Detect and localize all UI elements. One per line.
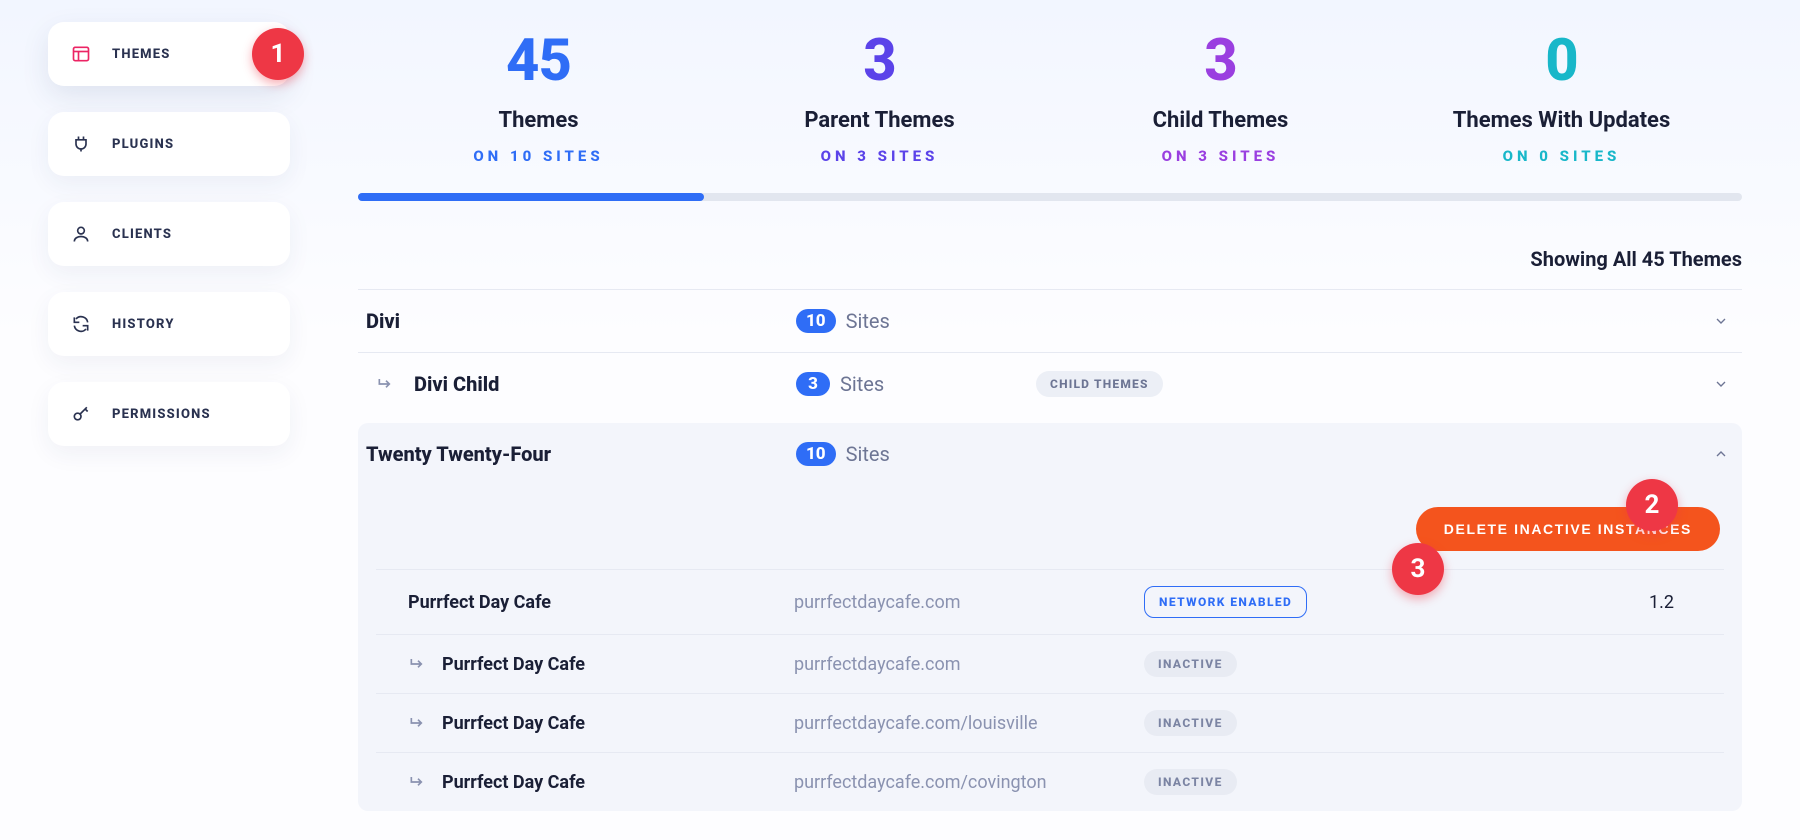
stat-label: Themes With Updates: [1391, 108, 1732, 133]
sidebar-item-label: PLUGINS: [112, 137, 174, 152]
status-inactive: INACTIVE: [1144, 769, 1237, 795]
sites-count-pill: 10: [796, 309, 836, 333]
stat-subtext: ON 10 SITES: [368, 147, 709, 165]
site-row[interactable]: Purrfect Day Cafe purrfectdaycafe.com/co…: [376, 752, 1724, 811]
site-row[interactable]: Purrfect Day Cafe purrfectdaycafe.com/lo…: [376, 693, 1724, 752]
site-name: Purrfect Day Cafe: [384, 772, 794, 793]
sites-label: Sites: [846, 309, 890, 333]
site-version: 1.2: [1464, 592, 1716, 613]
theme-name: Divi Child: [366, 372, 796, 396]
stat-themes[interactable]: 45 Themes ON 10 SITES: [368, 32, 709, 165]
status-inactive: INACTIVE: [1144, 651, 1237, 677]
sites-label: Sites: [846, 442, 890, 466]
site-status: INACTIVE: [1144, 769, 1464, 795]
chevron-up-icon[interactable]: [1708, 441, 1734, 467]
site-url: purrfectdaycafe.com: [794, 592, 1144, 613]
sidebar-item-clients[interactable]: CLIENTS: [48, 202, 290, 266]
callout-badge-1: 1: [252, 28, 304, 80]
indent-arrow-icon: [408, 654, 428, 674]
indent-arrow-icon: [408, 772, 428, 792]
site-url: purrfectdaycafe.com: [794, 654, 1144, 675]
callout-badge-3: 3: [1392, 543, 1444, 595]
main-content: 45 Themes ON 10 SITES 3 Parent Themes ON…: [330, 0, 1800, 840]
sidebar-item-label: PERMISSIONS: [112, 407, 211, 422]
site-name: Purrfect Day Cafe: [384, 654, 794, 675]
sites-count-pill: 10: [796, 442, 836, 466]
sites-count-pill: 3: [796, 372, 830, 396]
site-name: Purrfect Day Cafe: [384, 592, 794, 613]
site-row[interactable]: Purrfect Day Cafe purrfectdaycafe.com NE…: [376, 569, 1724, 634]
stat-number: 45: [368, 32, 709, 90]
stat-label: Parent Themes: [709, 108, 1050, 133]
themes-list: Divi 10 Sites Divi Child: [358, 289, 1742, 811]
stat-label: Themes: [368, 108, 709, 133]
theme-name: Divi: [366, 309, 796, 333]
stats-row: 45 Themes ON 10 SITES 3 Parent Themes ON…: [358, 10, 1742, 165]
sidebar-item-label: CLIENTS: [112, 227, 172, 242]
stats-tab-underline-active: [358, 193, 704, 201]
theme-name: Twenty Twenty-Four: [366, 442, 796, 466]
stat-number: 3: [709, 32, 1050, 90]
sidebar: THEMES PLUGINS CLIENTS HISTORY PERMISSIO…: [0, 0, 330, 840]
site-url: purrfectdaycafe.com/louisville: [794, 713, 1144, 734]
key-icon: [70, 403, 92, 425]
theme-expanded-body: DELETE INACTIVE INSTANCES Purrfect Day C…: [358, 485, 1742, 811]
user-icon: [70, 223, 92, 245]
site-status: INACTIVE: [1144, 651, 1464, 677]
sidebar-item-plugins[interactable]: PLUGINS: [48, 112, 290, 176]
site-name: Purrfect Day Cafe: [384, 713, 794, 734]
sidebar-item-label: HISTORY: [112, 317, 175, 332]
stats-tab-underline: [358, 193, 1742, 201]
status-network-enabled: NETWORK ENABLED: [1144, 586, 1307, 618]
window-icon: [70, 43, 92, 65]
showing-count-text: Showing All 45 Themes: [358, 247, 1742, 271]
indent-arrow-icon: [408, 713, 428, 733]
sidebar-item-label: THEMES: [112, 47, 171, 62]
theme-tag-col: CHILD THEMES: [1036, 371, 1416, 397]
stat-updates[interactable]: 0 Themes With Updates ON 0 SITES: [1391, 32, 1732, 165]
stat-subtext: ON 3 SITES: [709, 147, 1050, 165]
stat-number: 3: [1050, 32, 1391, 90]
plug-icon: [70, 133, 92, 155]
stat-subtext: ON 3 SITES: [1050, 147, 1391, 165]
stat-child-themes[interactable]: 3 Child Themes ON 3 SITES: [1050, 32, 1391, 165]
child-themes-tag: CHILD THEMES: [1036, 371, 1163, 397]
stat-subtext: ON 0 SITES: [1391, 147, 1732, 165]
stat-parent-themes[interactable]: 3 Parent Themes ON 3 SITES: [709, 32, 1050, 165]
sidebar-item-history[interactable]: HISTORY: [48, 292, 290, 356]
theme-sites: 10 Sites: [796, 442, 1036, 466]
sidebar-item-permissions[interactable]: PERMISSIONS: [48, 382, 290, 446]
theme-sites: 3 Sites: [796, 372, 1036, 396]
site-status: INACTIVE: [1144, 710, 1464, 736]
chevron-down-icon[interactable]: [1708, 371, 1734, 397]
sites-label: Sites: [840, 372, 884, 396]
theme-row-divi-child[interactable]: Divi Child 3 Sites CHILD THEMES: [358, 352, 1742, 415]
refresh-icon: [70, 313, 92, 335]
site-row[interactable]: Purrfect Day Cafe purrfectdaycafe.com IN…: [376, 634, 1724, 693]
theme-sites: 10 Sites: [796, 309, 1036, 333]
indent-arrow-icon: [376, 374, 396, 394]
site-url: purrfectdaycafe.com/covington: [794, 772, 1144, 793]
theme-row-divi[interactable]: Divi 10 Sites: [358, 289, 1742, 352]
stat-number: 0: [1391, 32, 1732, 90]
status-inactive: INACTIVE: [1144, 710, 1237, 736]
chevron-down-icon[interactable]: [1708, 308, 1734, 334]
theme-row-twentytwentyfour[interactable]: Twenty Twenty-Four 10 Sites: [358, 423, 1742, 485]
stat-label: Child Themes: [1050, 108, 1391, 133]
callout-badge-2: 2: [1626, 479, 1678, 531]
